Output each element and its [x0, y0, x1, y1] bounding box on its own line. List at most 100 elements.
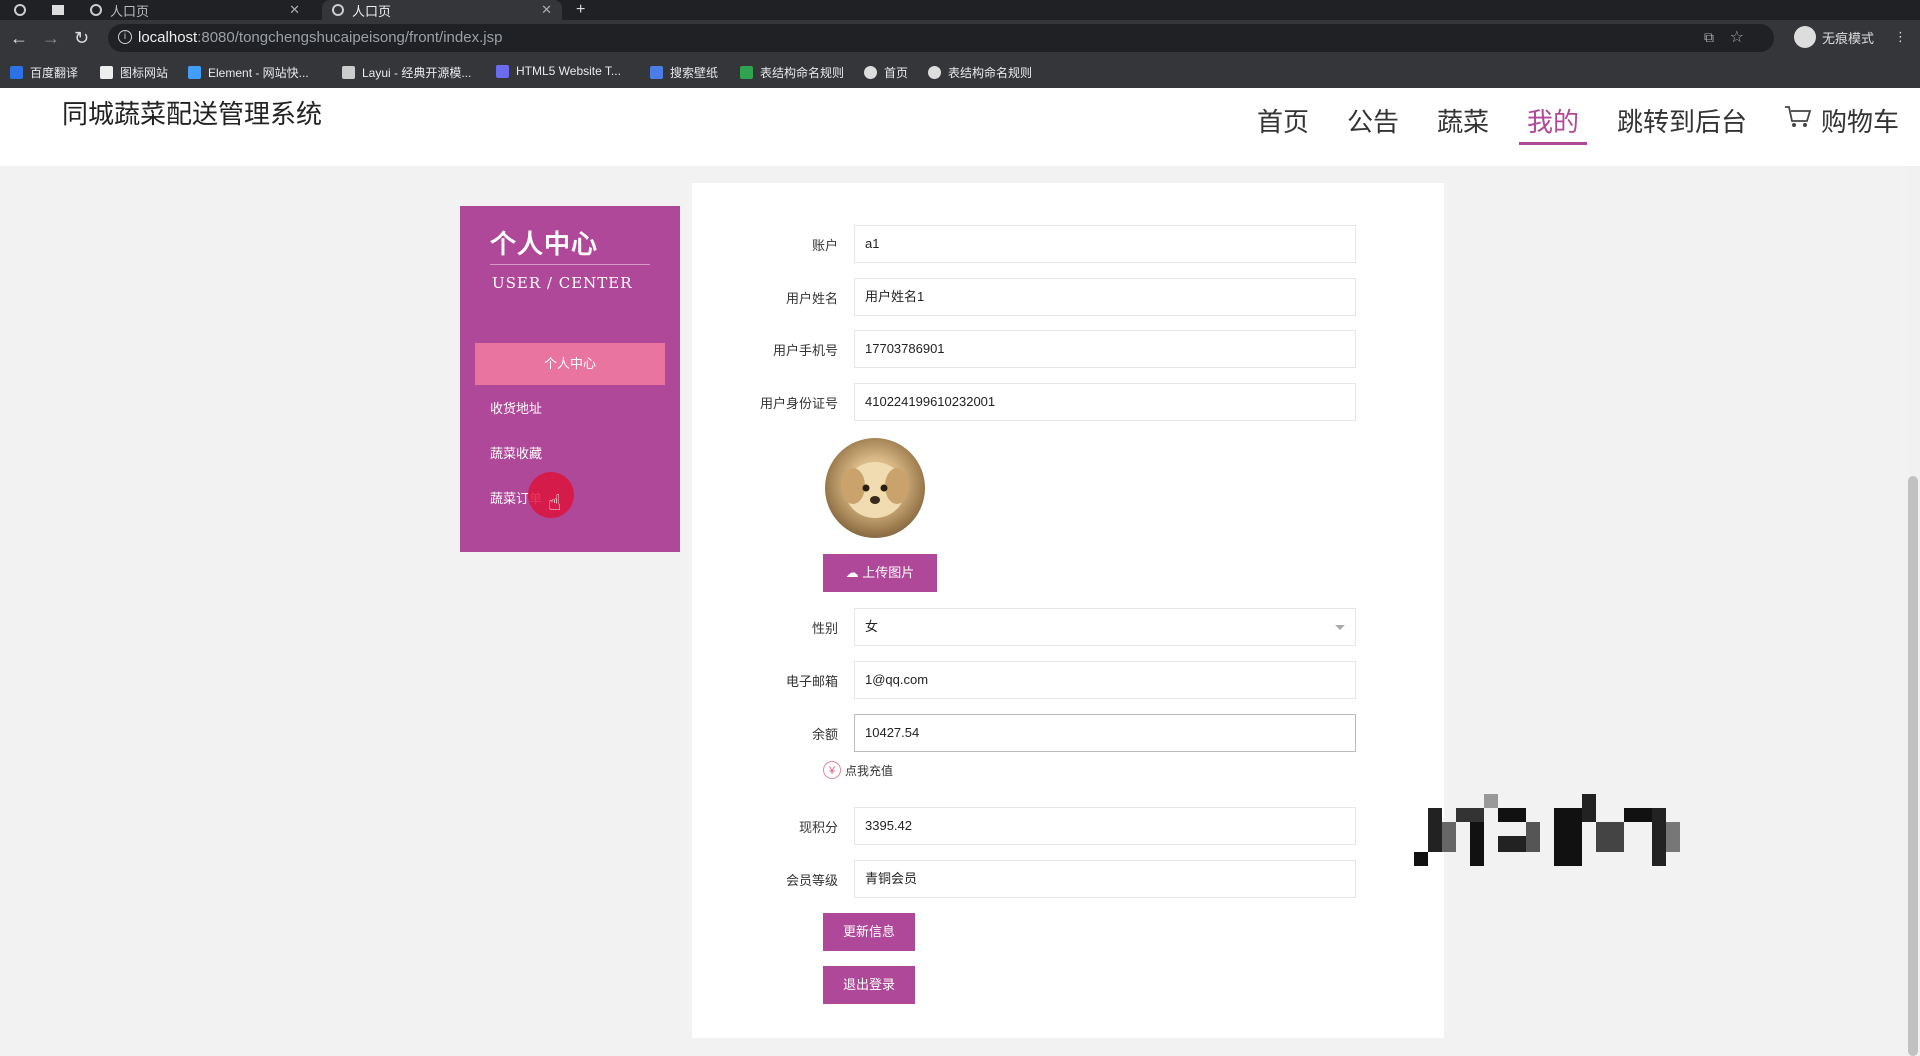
browser-tab-1[interactable]: 人口页 ✕ [90, 0, 310, 20]
logout-button[interactable]: 退出登录 [823, 966, 915, 1004]
phone-label: 用户手机号 [772, 343, 838, 358]
browser-menu-icon[interactable] [14, 0, 34, 20]
sheet-icon [740, 66, 753, 79]
balance-label: 余额 [811, 727, 838, 742]
balance-row: 余额 10427.54 [692, 714, 1444, 752]
bookmark-item[interactable]: 图标网站 [100, 64, 168, 81]
name-label: 用户姓名 [785, 291, 838, 306]
gender-select[interactable]: 女 [854, 608, 1356, 646]
bookmark-item[interactable]: 首页 [864, 64, 908, 81]
bookmark-item[interactable]: 表结构命名规则 [928, 64, 1032, 81]
points-input[interactable]: 3395.42 [854, 807, 1356, 845]
tab-close-icon[interactable]: ✕ [289, 2, 300, 18]
bookmark-item[interactable]: Layui - 经典开源模... [342, 64, 471, 81]
sidebar-item-favorites[interactable]: 蔬菜收藏 [475, 433, 665, 475]
incognito-icon [1794, 26, 1816, 48]
bookmark-star-icon[interactable]: ☆ [1730, 27, 1744, 47]
pixelated-watermark [1414, 794, 1680, 866]
phone-row: 用户手机号 17703786901 [692, 330, 1444, 368]
update-info-button[interactable]: 更新信息 [823, 913, 915, 951]
account-input[interactable]: a1 [854, 225, 1356, 263]
tab-favicon-icon [90, 4, 102, 16]
page-scrollbar[interactable] [1906, 166, 1920, 1056]
account-label: 账户 [811, 238, 838, 253]
cloud-upload-icon: ☁ [845, 565, 859, 580]
tab-overview-icon[interactable] [52, 0, 66, 20]
url-text[interactable]: localhost:8080/tongchengshucaipeisong/fr… [138, 29, 502, 46]
profile-form-card: 账户 a1 用户姓名 用户姓名1 用户手机号 17703786901 用户身份证… [692, 183, 1444, 1038]
nav-notice[interactable]: 公告 [1347, 102, 1399, 139]
incognito-label: 无痕模式 [1822, 30, 1875, 46]
incognito-indicator[interactable]: 无痕模式 ⋮ [1794, 26, 1907, 48]
forward-icon[interactable]: → [42, 28, 60, 49]
tab-title: 人口页 [352, 3, 392, 19]
level-input[interactable]: 青铜会员 [854, 860, 1356, 898]
bookmark-icon [10, 66, 23, 79]
browser-tab-2[interactable]: 人口页 ✕ [322, 0, 562, 20]
idcard-label: 用户身份证号 [759, 396, 838, 411]
name-row: 用户姓名 用户姓名1 [692, 278, 1444, 316]
account-row: 账户 a1 [692, 225, 1444, 263]
recharge-label: 点我充值 [845, 763, 894, 778]
email-input[interactable]: 1@qq.com [854, 661, 1356, 699]
bookmark-item[interactable]: Element - 网站快... [188, 64, 309, 81]
nav-vegetables[interactable]: 蔬菜 [1437, 102, 1489, 139]
nav-home[interactable]: 首页 [1257, 102, 1309, 139]
tab-close-icon[interactable]: ✕ [541, 2, 552, 18]
upload-label: 上传图片 [862, 565, 915, 580]
sidebar-subtitle: USER / CENTER [492, 274, 633, 292]
bookmark-item[interactable]: HTML5 Website T... [496, 64, 621, 78]
idcard-input[interactable]: 410224199610232001 [854, 383, 1356, 421]
sidebar-item-address[interactable]: 收货地址 [475, 388, 665, 430]
level-row: 会员等级 青铜会员 [692, 860, 1444, 898]
back-icon[interactable]: ← [10, 28, 28, 49]
balance-input[interactable]: 10427.54 [854, 714, 1356, 752]
scrollbar-thumb[interactable] [1908, 476, 1918, 1056]
html5-icon [496, 64, 509, 78]
browser-tab-bar: 人口页 ✕ 人口页 ✕ + [0, 0, 1920, 20]
address-bar[interactable]: i localhost:8080/tongchengshucaipeisong/… [108, 24, 1774, 52]
bookmark-item[interactable]: 搜索壁纸 [650, 64, 718, 81]
level-label: 会员等级 [785, 873, 838, 888]
puppy-photo [841, 462, 909, 518]
gender-label: 性别 [811, 621, 838, 636]
idcard-row: 用户身份证号 410224199610232001 [692, 383, 1444, 421]
chevron-down-icon [1335, 625, 1345, 630]
layui-icon [342, 66, 355, 79]
recharge-link[interactable]: ¥ 点我充值 [823, 761, 893, 779]
site-title: 同城蔬菜配送管理系统 [62, 99, 323, 129]
bookmark-item[interactable]: 百度翻译 [10, 64, 78, 81]
browser-menu-dots-icon[interactable]: ⋮ [1894, 29, 1907, 45]
upload-image-button[interactable]: ☁ 上传图片 [823, 554, 937, 592]
sidebar-title: 个人中心 [490, 229, 599, 259]
gender-value: 女 [865, 619, 879, 634]
reload-icon[interactable]: ↻ [74, 28, 89, 49]
flag-icon [100, 66, 113, 79]
wallpaper-icon [650, 66, 663, 79]
nav-admin[interactable]: 跳转到后台 [1617, 102, 1747, 139]
name-input[interactable]: 用户姓名1 [854, 278, 1356, 316]
globe-icon [928, 66, 941, 79]
nav-cart[interactable]: 购物车 [1821, 102, 1899, 139]
element-icon [188, 66, 201, 79]
new-tab-button[interactable]: + [576, 0, 585, 20]
sidebar-divider [490, 264, 650, 265]
email-row: 电子邮箱 1@qq.com [692, 661, 1444, 699]
nav-mine[interactable]: 我的 [1518, 102, 1588, 145]
bookmark-item[interactable]: 表结构命名规则 [740, 64, 844, 81]
sidebar-item-profile[interactable]: 个人中心 [475, 343, 665, 385]
site-info-icon[interactable]: i [118, 30, 132, 44]
avatar [825, 438, 925, 538]
cart-icon[interactable] [1784, 105, 1812, 129]
gender-row: 性别 女 [692, 608, 1444, 646]
hand-cursor-icon: ☝ [548, 490, 562, 515]
phone-input[interactable]: 17703786901 [854, 330, 1356, 368]
bookmarks-bar: 百度翻译 图标网站 Element - 网站快... Layui - 经典开源模… [0, 56, 1920, 89]
site-header: 同城蔬菜配送管理系统 首页 公告 蔬菜 我的 跳转到后台 购物车 [0, 88, 1920, 166]
email-label: 电子邮箱 [785, 674, 838, 689]
points-row: 现积分 3395.42 [692, 807, 1444, 845]
points-label: 现积分 [798, 820, 838, 835]
translate-icon[interactable]: ⧉ [1704, 29, 1714, 46]
tab-favicon-icon [332, 4, 344, 16]
yen-icon: ¥ [823, 761, 841, 779]
